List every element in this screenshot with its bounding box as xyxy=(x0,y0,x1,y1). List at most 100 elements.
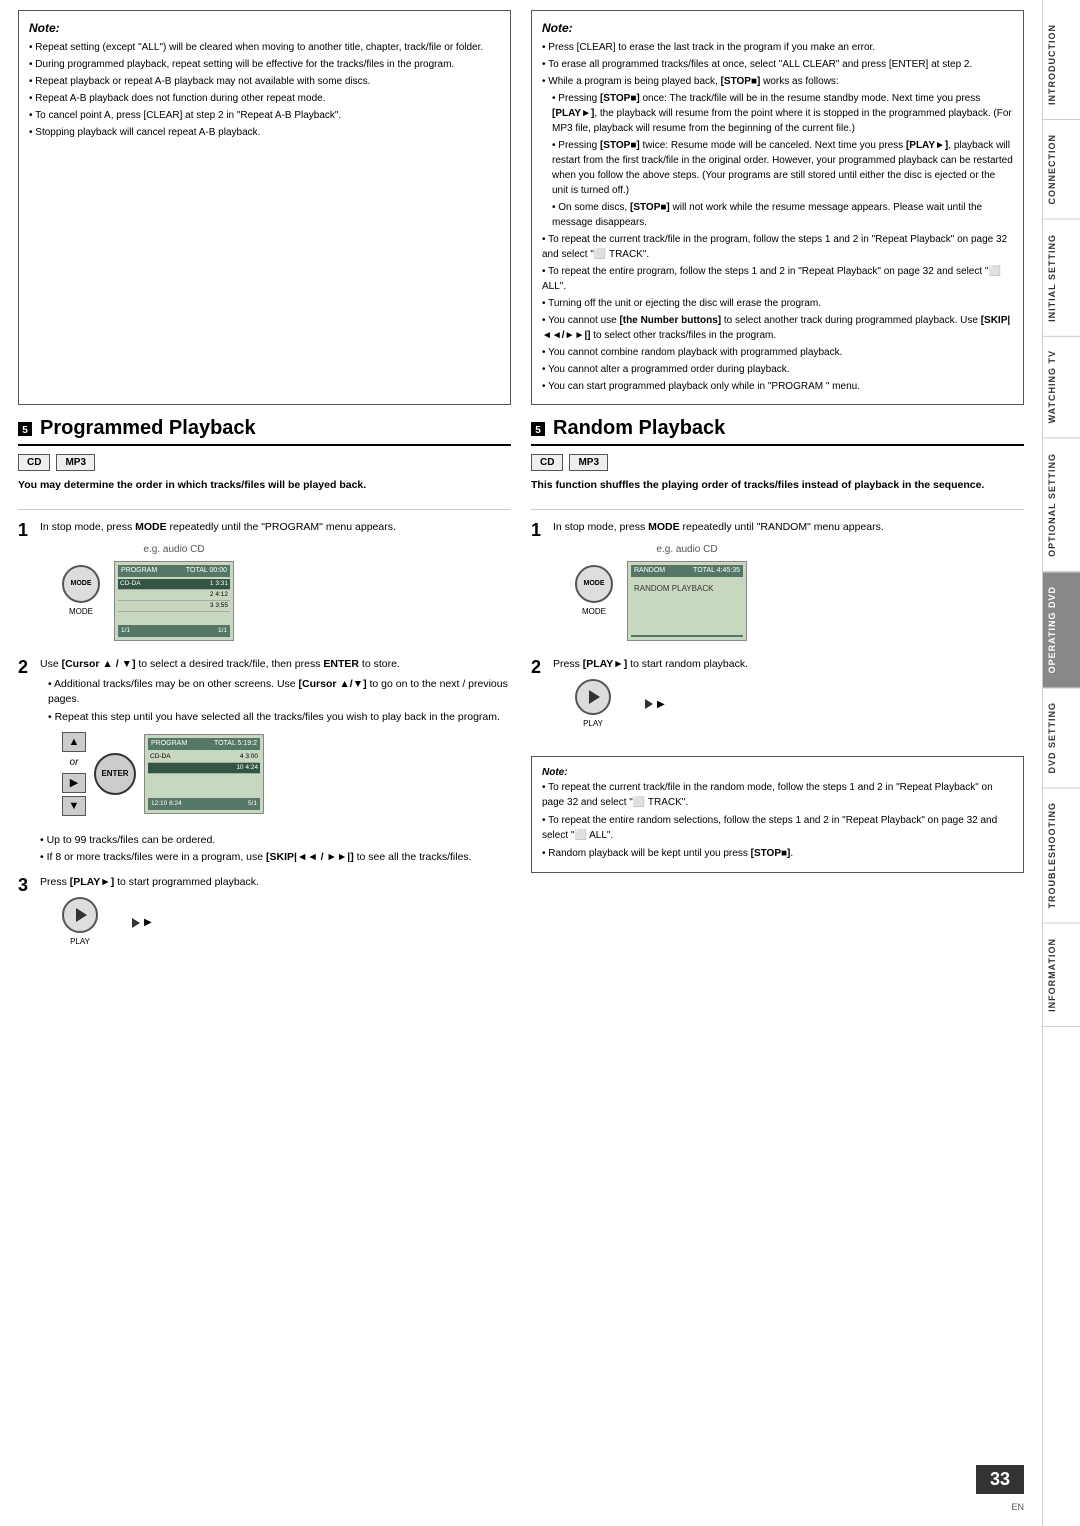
screen-row: 3 3:55 xyxy=(118,601,230,612)
list-item: To erase all programmed tracks/files at … xyxy=(542,57,1013,72)
arrow-up-group: ▲ or ▶ ▼ xyxy=(62,732,86,816)
list-item: To repeat the entire random selections, … xyxy=(542,813,1013,843)
screen-footer: 12:10 6:245/1 xyxy=(148,798,260,810)
sidebar-dvd-setting: DVD SETTING xyxy=(1043,688,1080,789)
top-note-left-title: Note: xyxy=(29,19,500,37)
list-item: Repeat A-B playback does not function du… xyxy=(29,91,500,106)
list-item: Press [CLEAR] to erase the last track in… xyxy=(542,40,1013,55)
random-note-title: Note: xyxy=(542,767,568,778)
sidebar-introduction: INTRODUCTION xyxy=(1043,10,1080,120)
eg-label-random: e.g. audio CD xyxy=(656,542,717,557)
badge-mp3-random: MP3 xyxy=(569,454,608,471)
step-num: 1 xyxy=(18,520,34,542)
screen-header: PROGRAMTOTAL 00:00 xyxy=(118,565,230,578)
disc-badges-programmed: CD MP3 xyxy=(18,454,511,471)
top-note-left: Note: Repeat setting (except "ALL") will… xyxy=(18,10,511,405)
list-item: You cannot use [the Number buttons] to s… xyxy=(542,313,1013,343)
step-1-random: 1 In stop mode, press MODE repeatedly un… xyxy=(531,520,1024,647)
right-arrow-button[interactable]: ▶ xyxy=(62,773,86,793)
screen-program-1: PROGRAMTOTAL 00:00 CD-DA1 3:31 2 4:12 3 … xyxy=(114,561,234,641)
programmed-playback-title: 5 Programmed Playback xyxy=(18,417,511,446)
random-note-box: Note: To repeat the current track/file i… xyxy=(531,756,1024,873)
mode-label: MODE xyxy=(69,606,93,618)
sidebar-connection: CONNECTION xyxy=(1043,120,1080,220)
checkbox-icon: 5 xyxy=(18,422,32,436)
list-item: Repeat this step until you have selected… xyxy=(48,710,511,726)
step-2-random-content: Press [PLAY►] to start random playback. … xyxy=(553,657,1024,736)
step-1-random-illustration: MODE MODE e.g. audio CD RANDOMTOTAL 4:45… xyxy=(575,542,1024,641)
random-intro: This function shuffles the playing order… xyxy=(531,479,1024,491)
step-2-random: 2 Press [PLAY►] to start random playback… xyxy=(531,657,1024,736)
list-item: You cannot alter a programmed order duri… xyxy=(542,362,1013,377)
step-1-content: In stop mode, press MODE repeatedly unti… xyxy=(40,520,511,647)
random-playback-section: 5 Random Playback CD MP3 This function s… xyxy=(531,417,1024,1516)
programmed-playback-label: Programmed Playback xyxy=(40,417,256,440)
list-item: To repeat the current track/file in the … xyxy=(542,780,1013,810)
step-num: 3 xyxy=(18,875,34,897)
mode-label-random: MODE xyxy=(582,606,606,618)
eg-label: e.g. audio CD xyxy=(143,542,204,557)
random-note-list: To repeat the current track/file in the … xyxy=(542,780,1013,861)
or-label: or xyxy=(70,755,79,770)
play-arrow-random: ▶ xyxy=(645,697,665,712)
list-item: You cannot combine random playback with … xyxy=(542,345,1013,360)
list-item: To repeat the entire program, follow the… xyxy=(542,264,1013,294)
list-item-dash: Pressing [STOP■] twice: Resume mode will… xyxy=(542,138,1013,198)
page-number-area: 33 EN xyxy=(531,1465,1024,1516)
step-2-random-illustration: PLAY ▶ xyxy=(575,679,1024,730)
badge-cd: CD xyxy=(18,454,50,471)
sidebar-initial-setting: INITIAL SETTING xyxy=(1043,220,1080,337)
screen-footer-random xyxy=(631,635,743,637)
play-arrow-right: ▶ xyxy=(132,915,152,930)
screen-program-2: PROGRAMTOTAL 5:19:2 CD-DA4 3:00 10 4:24 … xyxy=(144,734,264,814)
play-button-random[interactable] xyxy=(575,679,611,715)
enter-button[interactable]: ENTER xyxy=(94,753,136,795)
divider xyxy=(18,509,511,510)
badge-cd-random: CD xyxy=(531,454,563,471)
step-2-content: Use [Cursor ▲ / ▼] to select a desired t… xyxy=(40,657,511,822)
sidebar-information: INFORMATION xyxy=(1043,924,1080,1027)
mode-button-random[interactable]: MODE xyxy=(575,565,613,603)
play-button-programmed[interactable] xyxy=(62,897,98,933)
two-col-sections: 5 Programmed Playback CD MP3 You may det… xyxy=(18,417,1024,1516)
step-num: 1 xyxy=(531,520,547,542)
step-1-random-content: In stop mode, press MODE repeatedly unti… xyxy=(553,520,1024,647)
list-item: Turning off the unit or ejecting the dis… xyxy=(542,296,1013,311)
step-2-programmed: 2 Use [Cursor ▲ / ▼] to select a desired… xyxy=(18,657,511,822)
play-label: PLAY xyxy=(70,936,90,948)
random-playback-title: 5 Random Playback xyxy=(531,417,1024,446)
list-item: Repeat playback or repeat A-B playback m… xyxy=(29,74,500,89)
page-en: EN xyxy=(976,1502,1024,1512)
arrow-up-button[interactable]: ▲ xyxy=(62,732,86,752)
step-2-subbullets: Additional tracks/files may be on other … xyxy=(40,677,511,726)
main-content: Note: Repeat setting (except "ALL") will… xyxy=(0,0,1042,1526)
disc-badges-random: CD MP3 xyxy=(531,454,1024,471)
arrow-down-button[interactable]: ▼ xyxy=(62,796,86,816)
list-item: During programmed playback, repeat setti… xyxy=(29,57,500,72)
step-1-illustration: MODE MODE e.g. audio CD PROGRAMTOTAL 00:… xyxy=(62,542,511,641)
list-item: Additional tracks/files may be on other … xyxy=(48,677,511,709)
screen-header-random: RANDOMTOTAL 4:45:35 xyxy=(631,565,743,578)
programmed-intro: You may determine the order in which tra… xyxy=(18,479,511,491)
sidebar-optional-setting: OPTIONAL SETTING xyxy=(1043,439,1080,572)
step-num: 2 xyxy=(18,657,34,679)
list-item: Stopping playback will cancel repeat A-B… xyxy=(29,125,500,140)
step-3-content: Press [PLAY►] to start programmed playba… xyxy=(40,875,511,954)
screen-row: CD-DA4 3:00 xyxy=(148,752,260,763)
badge-mp3: MP3 xyxy=(56,454,95,471)
screen-random-1: RANDOMTOTAL 4:45:35 RANDOM PLAYBACK xyxy=(627,561,747,641)
screen-header: PROGRAMTOTAL 5:19:2 xyxy=(148,738,260,751)
bullet-item: • If 8 or more tracks/files were in a pr… xyxy=(40,849,511,866)
mode-button[interactable]: MODE xyxy=(62,565,100,603)
sidebar: INTRODUCTION CONNECTION INITIAL SETTING … xyxy=(1042,0,1080,1526)
top-notes-row: Note: Repeat setting (except "ALL") will… xyxy=(18,10,1024,405)
sidebar-watching-tv: WATCHING TV xyxy=(1043,336,1080,438)
list-item: While a program is being played back, [S… xyxy=(542,74,1013,89)
step-2-illustration: ▲ or ▶ ▼ ENTER PROGRAMTOTAL 5:19:2 CD xyxy=(62,732,511,816)
page-number: 33 xyxy=(976,1465,1024,1494)
screen-row: 10 4:24 xyxy=(148,763,260,774)
play-label-random: PLAY xyxy=(583,718,603,730)
random-playback-label: Random Playback xyxy=(553,417,725,440)
sidebar-troubleshooting: TROUBLESHOOTING xyxy=(1043,788,1080,924)
list-item-dash: Pressing [STOP■] once: The track/file wi… xyxy=(542,91,1013,136)
